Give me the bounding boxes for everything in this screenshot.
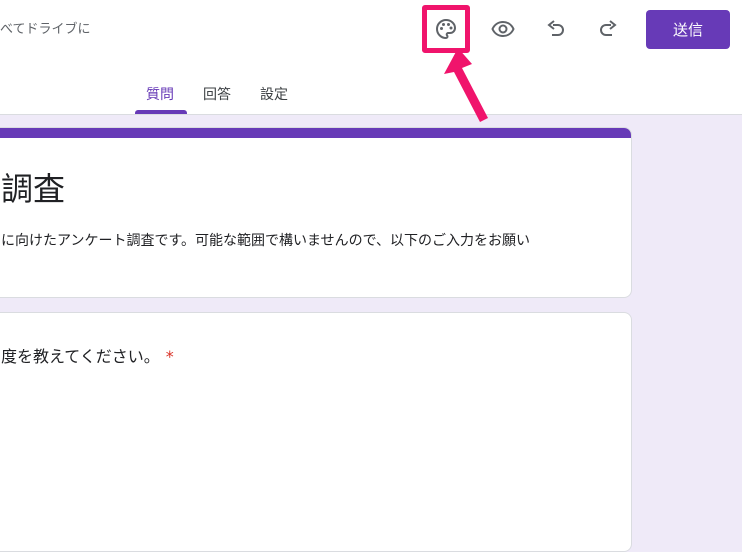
form-title-card[interactable]: 調査 に向けたアンケート調査です。可能な範囲で構いませんので、以下のご入力をお願… <box>0 127 632 298</box>
tab-settings[interactable]: 設定 <box>260 84 288 104</box>
redo-icon <box>600 20 617 36</box>
title-card-accent <box>0 128 631 138</box>
send-button[interactable]: 送信 <box>646 10 730 49</box>
question-text: 度を教えてください。 <box>1 347 160 366</box>
save-status-text: べてドライブに <box>0 22 91 37</box>
tab-questions[interactable]: 質問 <box>146 84 174 104</box>
form-description[interactable]: に向けたアンケート調査です。可能な範囲で構いませんので、以下のご入力をお願い <box>1 230 530 250</box>
redo-button[interactable] <box>589 10 627 48</box>
eye-icon <box>491 20 515 38</box>
question-title[interactable]: 度を教えてください。 * <box>1 343 174 367</box>
pointer-arrow-annotation <box>444 48 488 122</box>
preview-button[interactable] <box>484 10 522 48</box>
form-title[interactable]: 調査 <box>1 164 65 210</box>
palette-icon <box>436 18 457 40</box>
undo-button[interactable] <box>537 10 575 48</box>
question-card[interactable]: 度を教えてください。 * <box>0 312 632 552</box>
top-bar: べてドライブに 送信 質問 回答 設定 <box>0 0 742 115</box>
customize-theme-button[interactable] <box>422 5 470 53</box>
required-marker: * <box>165 347 174 366</box>
tab-responses[interactable]: 回答 <box>203 84 231 104</box>
undo-icon <box>547 20 564 36</box>
active-tab-indicator <box>135 110 187 114</box>
